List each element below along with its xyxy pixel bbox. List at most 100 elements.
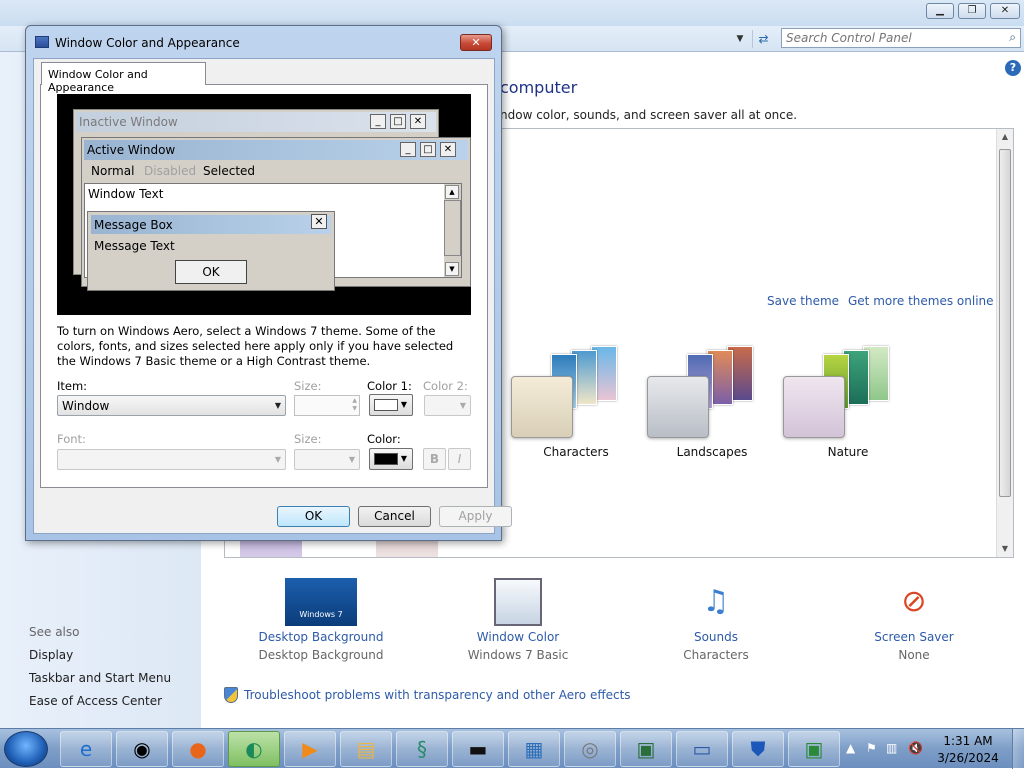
control-panel-titlebar: ▁ ❐ ✕: [0, 0, 1024, 28]
theme-nature[interactable]: Nature: [783, 340, 913, 470]
color2-button[interactable]: ▼: [424, 395, 471, 416]
get-more-themes-link[interactable]: Get more themes online: [848, 294, 994, 308]
minimize-icon: _: [400, 142, 416, 157]
desktop-background-link[interactable]: Desktop Background: [221, 630, 421, 644]
save-theme-link[interactable]: Save theme: [767, 294, 839, 308]
screen-saver-value: None: [898, 648, 930, 662]
desktop-background-item[interactable]: Windows 7 Desktop Background Desktop Bac…: [221, 570, 421, 662]
show-hidden-icons-icon[interactable]: ▲: [846, 741, 855, 755]
monitor-icon[interactable]: ▣: [620, 731, 672, 767]
desktop-background-value: Desktop Background: [258, 648, 384, 662]
window-text: Window Text: [88, 187, 164, 201]
message-box-ok-button[interactable]: OK: [175, 260, 247, 284]
color1-button[interactable]: ▼: [369, 394, 413, 416]
chevron-down-icon: ▼: [400, 400, 407, 409]
sidebar-link-taskbar[interactable]: Taskbar and Start Menu: [29, 671, 171, 685]
theme-scrollbar[interactable]: ▲ ▼: [996, 129, 1013, 557]
sidebar-link-display[interactable]: Display: [29, 648, 73, 662]
search-box[interactable]: ⌕: [781, 28, 1021, 48]
volume-muted-icon[interactable]: 🔇: [908, 741, 923, 755]
restore-button[interactable]: ❐: [958, 3, 986, 19]
dialog-app-icon: [35, 36, 49, 48]
active-app-icon[interactable]: ◐: [228, 731, 280, 767]
scroll-thumb[interactable]: [999, 149, 1011, 497]
network-display-icon[interactable]: ▣: [788, 731, 840, 767]
search-input[interactable]: [786, 30, 996, 46]
chevron-down-icon: ▼: [274, 455, 281, 464]
preview-scrollbar[interactable]: ▲ ▼: [444, 184, 461, 277]
maximize-icon: □: [420, 142, 436, 157]
cancel-button[interactable]: Cancel: [358, 506, 431, 527]
app-icon[interactable]: §: [396, 731, 448, 767]
sounds-link[interactable]: Sounds: [616, 630, 816, 644]
raccoon-app-icon[interactable]: ◉: [116, 731, 168, 767]
close-button[interactable]: ✕: [990, 3, 1020, 19]
control-panel-icon[interactable]: ▦: [508, 731, 560, 767]
window-color-icon: [494, 578, 542, 626]
ie-icon[interactable]: e: [60, 731, 112, 767]
item-size-spinner[interactable]: ▲ ▼: [294, 395, 360, 416]
aol-shield-icon[interactable]: ⛊: [732, 731, 784, 767]
window-icon[interactable]: ▭: [676, 731, 728, 767]
bold-button[interactable]: B: [423, 448, 446, 470]
clock-date[interactable]: 3/26/2024: [933, 751, 1003, 765]
show-desktop-button[interactable]: [1012, 729, 1024, 769]
disc-icon[interactable]: ◎: [564, 731, 616, 767]
font-color-label: Color:: [367, 432, 401, 446]
flag-icon[interactable]: ⚑: [866, 741, 877, 755]
message-box-title: Message Box: [91, 215, 331, 234]
address-dropdown-icon[interactable]: ▼: [732, 31, 748, 47]
apply-button[interactable]: Apply: [439, 506, 512, 527]
sounds-icon: ♫: [702, 584, 730, 619]
minimize-button[interactable]: ▁: [926, 3, 954, 19]
menu-normal[interactable]: Normal: [91, 164, 134, 178]
theme-label: Characters: [543, 445, 609, 459]
cmd-icon[interactable]: ▬: [452, 731, 504, 767]
menu-disabled[interactable]: Disabled: [144, 164, 196, 178]
dialog-close-button[interactable]: ✕: [460, 34, 492, 51]
page-subtitle: ndow color, sounds, and screen saver all…: [500, 108, 798, 122]
font-size-select[interactable]: ▼: [294, 449, 360, 470]
help-icon[interactable]: ?: [1005, 60, 1021, 76]
media-player-icon[interactable]: ▶: [284, 731, 336, 767]
close-icon: ✕: [410, 114, 426, 129]
page-title: computer: [500, 78, 578, 97]
troubleshoot-link[interactable]: Troubleshoot problems with transparency …: [244, 688, 631, 702]
italic-button[interactable]: I: [448, 448, 471, 470]
color1-label: Color 1:: [367, 379, 412, 393]
minimize-icon: _: [370, 114, 386, 129]
network-icon[interactable]: ▥: [886, 741, 897, 755]
sidebar-link-ease-of-access[interactable]: Ease of Access Center: [29, 694, 162, 708]
theme-label: Landscapes: [676, 445, 748, 459]
firefox-icon[interactable]: ●: [172, 731, 224, 767]
message-box-preview[interactable]: Message Box ✕ Message Text OK: [87, 211, 335, 291]
aero-explanation: To turn on Windows Aero, select a Window…: [57, 324, 454, 368]
screen-saver-link[interactable]: Screen Saver: [814, 630, 1014, 644]
window-color-value: Windows 7 Basic: [467, 648, 569, 662]
menu-selected[interactable]: Selected: [203, 164, 255, 178]
search-icon[interactable]: ⌕: [1009, 30, 1016, 45]
sounds-item[interactable]: ♫ Sounds Characters: [616, 570, 816, 662]
start-button[interactable]: [4, 731, 48, 767]
theme-landscapes[interactable]: Landscapes: [647, 340, 777, 470]
menu-bar-preview: Normal Disabled Selected: [84, 162, 468, 180]
clock-time[interactable]: 1:31 AM: [933, 734, 1003, 748]
window-color-link[interactable]: Window Color: [418, 630, 618, 644]
scroll-up-icon[interactable]: ▲: [997, 129, 1013, 145]
window-color-item[interactable]: Window Color Windows 7 Basic: [418, 570, 618, 662]
item-select-value: Window: [62, 399, 110, 413]
font-color-button[interactable]: ▼: [369, 448, 413, 470]
font-select[interactable]: ▼: [57, 449, 286, 470]
theme-characters[interactable]: Characters: [511, 340, 641, 470]
sounds-value: Characters: [683, 648, 749, 662]
scroll-down-icon[interactable]: ▼: [997, 541, 1013, 557]
desktop-background-icon: Windows 7: [285, 578, 357, 626]
refresh-icon[interactable]: ⇄: [752, 30, 774, 48]
item-select[interactable]: Window ▼: [57, 395, 286, 416]
ok-button[interactable]: OK: [277, 506, 350, 527]
appearance-preview[interactable]: Inactive Window _ □ ✕ Active Window _ □ …: [57, 94, 471, 315]
tab-window-color[interactable]: Window Color and Appearance: [41, 62, 206, 94]
screen-saver-item[interactable]: ⊘ Screen Saver None: [814, 570, 1014, 662]
font-color-swatch: [374, 453, 398, 465]
explorer-icon[interactable]: ▤: [340, 731, 392, 767]
